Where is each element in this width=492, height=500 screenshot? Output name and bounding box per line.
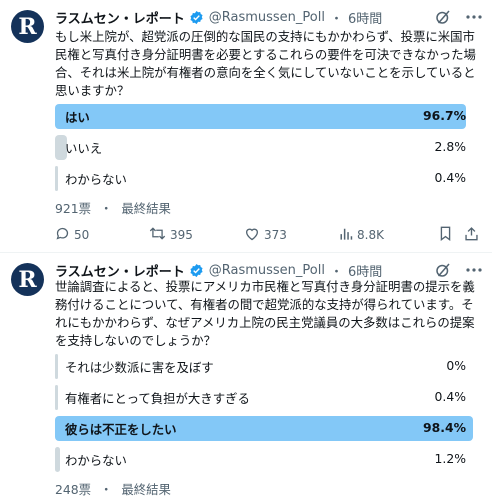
poll-option-percent: 0% bbox=[446, 358, 466, 373]
retweet-count: 395 bbox=[170, 228, 193, 242]
more-options-icon[interactable] bbox=[464, 8, 484, 26]
view-count: 8.8K bbox=[357, 228, 384, 242]
avatar[interactable]: R bbox=[11, 10, 44, 43]
reply-icon bbox=[55, 226, 74, 244]
poll-bar bbox=[55, 354, 58, 379]
poll-option-label: 有権者にとって負担が大きすぎる bbox=[65, 391, 250, 406]
poll-bar bbox=[55, 385, 58, 410]
like-count: 373 bbox=[264, 228, 287, 242]
poll-status: 最終結果 bbox=[121, 201, 171, 216]
poll-option-label: わからない bbox=[65, 172, 127, 187]
poll-option-label: いいえ bbox=[65, 141, 103, 156]
poll-option: 彼らは不正をしたい 98.4% bbox=[55, 416, 480, 441]
poll-option-label: それは少数派に害を及ぼす bbox=[65, 360, 214, 375]
retweet-icon bbox=[149, 226, 170, 244]
poll: それは少数派に害を及ぼす 0% 有権者にとって負担が大きすぎる 0.4% 彼らは… bbox=[55, 354, 480, 478]
verified-badge-icon bbox=[189, 263, 204, 278]
poll-status: 最終結果 bbox=[121, 482, 171, 497]
grok-icon[interactable] bbox=[434, 8, 452, 26]
retweet-button[interactable]: 395 bbox=[149, 226, 193, 244]
share-icon[interactable] bbox=[464, 226, 483, 241]
tweet-header: ラスムセン・レポート @Rasmussen_Poll ・ 6時間 bbox=[55, 260, 382, 280]
avatar[interactable]: R bbox=[11, 263, 44, 296]
poll-option-percent: 98.4% bbox=[423, 420, 466, 435]
poll-option: 有権者にとって負担が大きすぎる 0.4% bbox=[55, 385, 480, 410]
verified-badge-icon bbox=[189, 10, 204, 25]
poll-bar bbox=[55, 104, 466, 129]
poll-option-percent: 1.2% bbox=[434, 451, 466, 466]
tweet[interactable]: R ラスムセン・レポート @Rasmussen_Poll ・ 6時間 世論調査に… bbox=[0, 253, 492, 500]
poll-option: はい 96.7% bbox=[55, 104, 480, 129]
poll-meta: 921票 ・ 最終結果 bbox=[55, 199, 171, 217]
poll-option: いいえ 2.8% bbox=[55, 135, 480, 160]
timestamp[interactable]: 6時間 bbox=[348, 8, 382, 27]
reply-button[interactable]: 50 bbox=[55, 226, 89, 244]
views-button[interactable]: 8.8K bbox=[339, 226, 384, 244]
grok-icon[interactable] bbox=[434, 261, 452, 279]
tweet[interactable]: R ラスムセン・レポート @Rasmussen_Poll ・ 6時間 もし米上院… bbox=[0, 0, 492, 252]
poll-option: わからない 1.2% bbox=[55, 447, 480, 472]
separator: ・ bbox=[100, 201, 113, 216]
author-handle[interactable]: @Rasmussen_Poll bbox=[209, 10, 325, 25]
tweet-header: ラスムセン・レポート @Rasmussen_Poll ・ 6時間 bbox=[55, 7, 382, 27]
poll: はい 96.7% いいえ 2.8% わからない 0.4% bbox=[55, 104, 480, 197]
poll-option-percent: 0.4% bbox=[434, 389, 466, 404]
more-options-icon[interactable] bbox=[464, 261, 484, 279]
separator: ・ bbox=[100, 482, 113, 497]
poll-option-label: 彼らは不正をしたい bbox=[65, 422, 177, 437]
like-button[interactable]: 373 bbox=[244, 226, 287, 244]
vote-count: 921票 bbox=[55, 201, 92, 216]
reply-count: 50 bbox=[74, 228, 90, 242]
action-bar: 50 395 373 8.8K bbox=[55, 226, 480, 246]
tweet-text: 世論調査によると、投票にアメリカ市民権と写真付き身分証明書の提示を義 務付けるこ… bbox=[55, 279, 475, 348]
poll-option-label: わからない bbox=[65, 453, 127, 468]
poll-bar bbox=[55, 447, 61, 472]
poll-option: それは少数派に害を及ぼす 0% bbox=[55, 354, 480, 379]
separator: ・ bbox=[329, 264, 343, 280]
poll-option-percent: 2.8% bbox=[434, 139, 466, 154]
separator: ・ bbox=[329, 11, 343, 27]
author-name[interactable]: ラスムセン・レポート bbox=[55, 261, 185, 280]
poll-option-percent: 0.4% bbox=[434, 170, 466, 185]
views-icon bbox=[339, 226, 357, 244]
heart-icon bbox=[244, 226, 264, 244]
poll-option-label: はい bbox=[65, 110, 90, 125]
tweet-text: もし米上院が、超党派の圧倒的な国民の支持にもかかわらず、投票に米国市 民権と写真… bbox=[55, 29, 476, 98]
poll-option: わからない 0.4% bbox=[55, 166, 480, 191]
vote-count: 248票 bbox=[55, 482, 92, 497]
author-name[interactable]: ラスムセン・レポート bbox=[55, 8, 185, 27]
author-handle[interactable]: @Rasmussen_Poll bbox=[209, 263, 325, 278]
poll-bar bbox=[55, 166, 58, 191]
poll-option-percent: 96.7% bbox=[423, 108, 466, 123]
bookmark-icon[interactable] bbox=[439, 226, 456, 241]
timestamp[interactable]: 6時間 bbox=[348, 261, 382, 280]
poll-meta: 248票 ・ 最終結果 bbox=[55, 480, 171, 498]
